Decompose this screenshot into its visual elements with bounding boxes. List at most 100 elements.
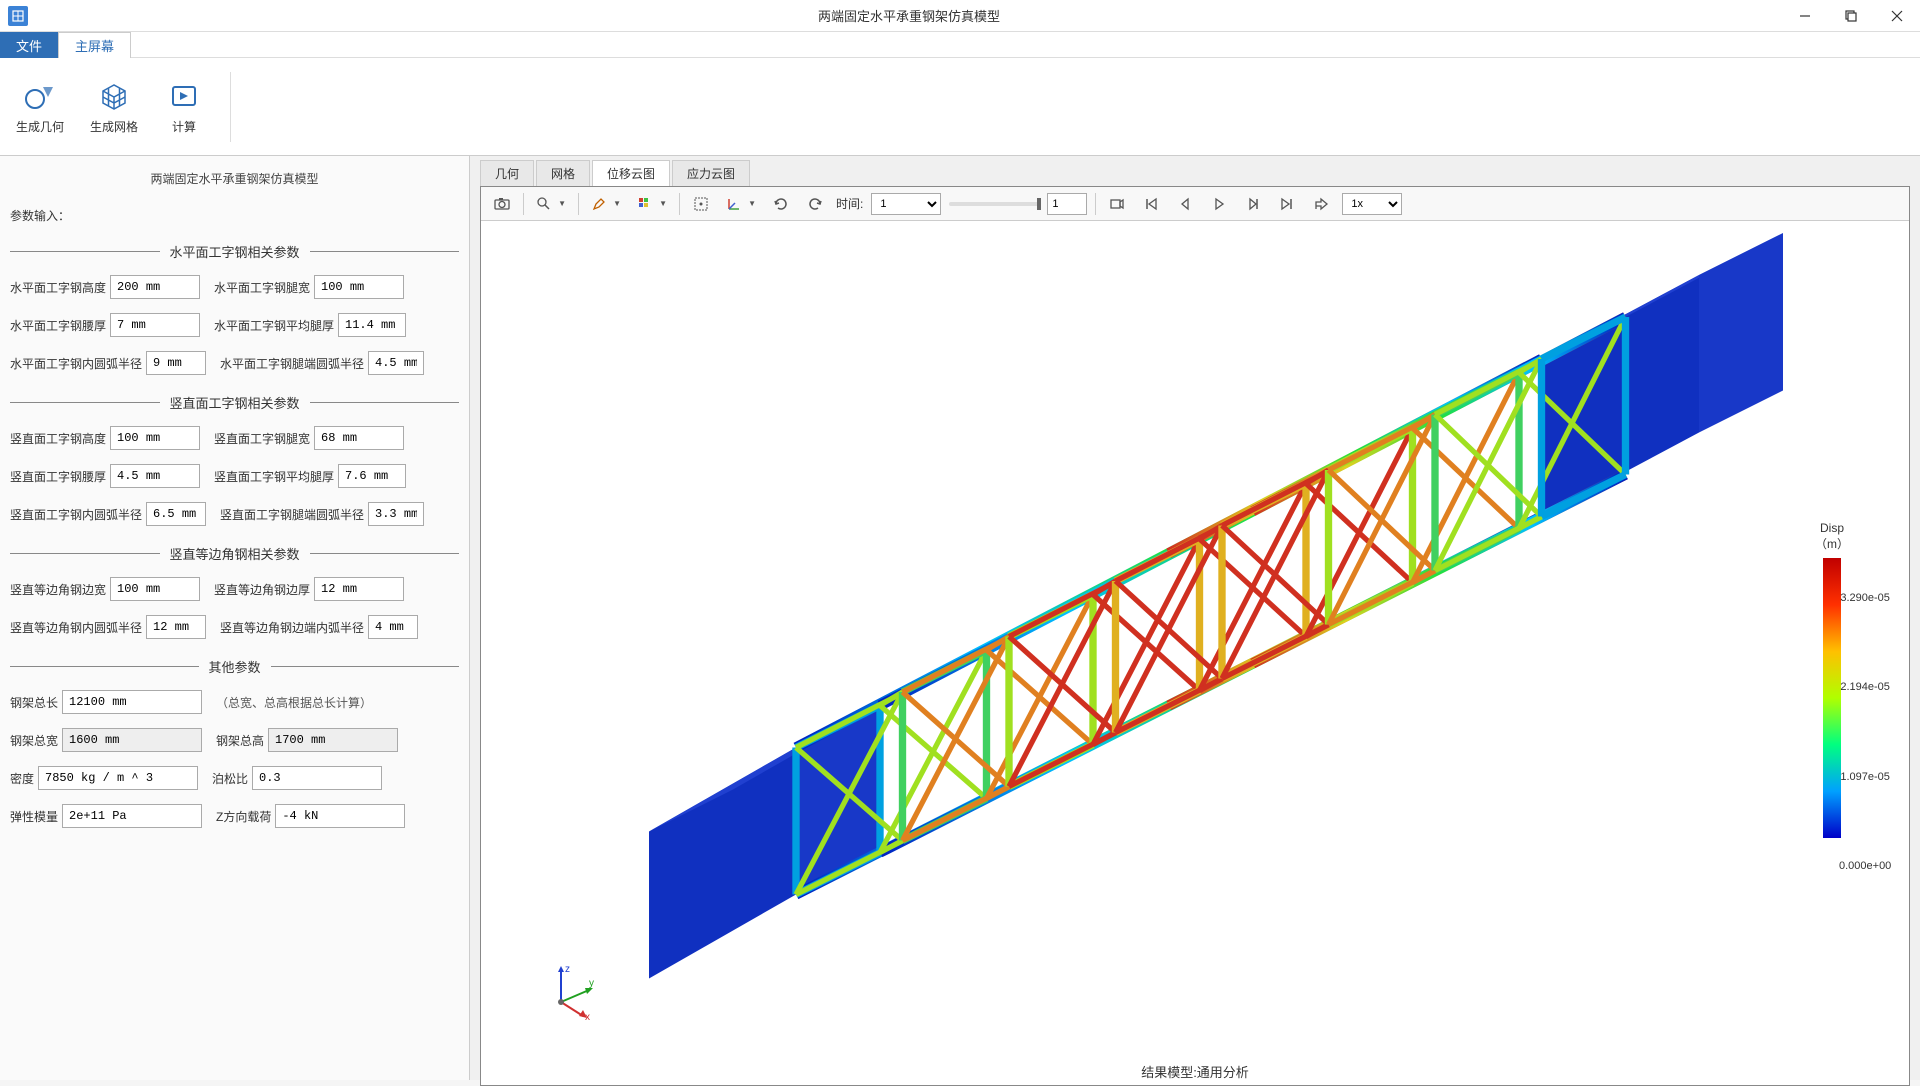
- field-label: 弹性模量: [10, 808, 58, 825]
- field-label: 水平面工字钢高度: [10, 279, 106, 296]
- play-icon[interactable]: [1206, 191, 1232, 217]
- input-label: 参数输入：: [10, 207, 459, 224]
- result-caption: 结果模型:通用分析: [1141, 1062, 1249, 1081]
- field-label: 竖直面工字钢腿宽: [214, 430, 310, 447]
- totlen-input[interactable]: [62, 690, 202, 714]
- h-height-input[interactable]: [110, 275, 200, 299]
- axis-triad: z y x: [541, 962, 601, 1025]
- density-input[interactable]: [38, 766, 198, 790]
- main-panel: 几何 网格 位移云图 应力云图 ▼ ▼ ▼ ▼ 时间: 1: [470, 156, 1920, 1080]
- field-label: 泊松比: [212, 770, 248, 787]
- v-webt-input[interactable]: [110, 464, 200, 488]
- section-header: 竖直面工字钢相关参数: [10, 393, 459, 412]
- field-label: 竖直面工字钢内圆弧半径: [10, 506, 142, 523]
- ribbon-generate-geometry[interactable]: 生成几何: [10, 74, 70, 139]
- zload-input[interactable]: [275, 804, 405, 828]
- rotate-cw-icon[interactable]: [802, 191, 828, 217]
- field-label: 竖直等边角钢边宽: [10, 581, 106, 598]
- a-innerr-input[interactable]: [146, 615, 206, 639]
- field-label: 水平面工字钢内圆弧半径: [10, 355, 142, 372]
- field-label: 竖直等边角钢边厚: [214, 581, 310, 598]
- section-header: 水平面工字钢相关参数: [10, 242, 459, 261]
- color-legend: Disp （m） 3.290e-05 2.194e-05 1.097e-05 0…: [1815, 521, 1849, 844]
- field-label: 水平面工字钢腰厚: [10, 317, 106, 334]
- mesh-icon: [94, 78, 134, 114]
- v-height-input[interactable]: [110, 426, 200, 450]
- colormap-dropdown[interactable]: ▼: [633, 191, 671, 217]
- window-title: 两端固定水平承重钢架仿真模型: [36, 6, 1782, 25]
- modulus-input[interactable]: [62, 804, 202, 828]
- result-tabs: 几何 网格 位移云图 应力云图: [470, 162, 1920, 186]
- ribbon-generate-mesh[interactable]: 生成网格: [84, 74, 144, 139]
- last-frame-icon[interactable]: [1274, 191, 1300, 217]
- export-icon[interactable]: [1308, 191, 1334, 217]
- zoom-dropdown[interactable]: ▼: [532, 191, 570, 217]
- section-header: 竖直等边角钢相关参数: [10, 544, 459, 563]
- calculate-icon: [164, 78, 204, 114]
- h-legendr-input[interactable]: [368, 351, 424, 375]
- v-innerr-input[interactable]: [146, 502, 206, 526]
- field-label: 钢架总长: [10, 694, 58, 711]
- brush-dropdown[interactable]: ▼: [587, 191, 625, 217]
- h-legw-input[interactable]: [314, 275, 404, 299]
- next-frame-icon[interactable]: [1240, 191, 1266, 217]
- tab-stress[interactable]: 应力云图: [672, 160, 750, 186]
- a-endr-input[interactable]: [368, 615, 418, 639]
- toth-input: [268, 728, 398, 752]
- field-label: 竖直面工字钢高度: [10, 430, 106, 447]
- h-avglegt-input[interactable]: [338, 313, 406, 337]
- field-label: 竖直等边角钢内圆弧半径: [10, 619, 142, 636]
- time-label: 时间:: [836, 195, 863, 212]
- prev-frame-icon[interactable]: [1172, 191, 1198, 217]
- field-label: 竖直等边角钢边端内弧半径: [220, 619, 364, 636]
- legend-unit: （m）: [1815, 535, 1849, 552]
- ribbon-calculate[interactable]: 计算: [158, 74, 210, 139]
- section-header: 其他参数: [10, 657, 459, 676]
- view-toolbar: ▼ ▼ ▼ ▼ 时间: 1 1x: [481, 187, 1909, 221]
- tab-geometry[interactable]: 几何: [480, 160, 534, 186]
- v-legendr-input[interactable]: [368, 502, 424, 526]
- v-avglegt-input[interactable]: [338, 464, 406, 488]
- a-sidew-input[interactable]: [110, 577, 200, 601]
- svg-text:y: y: [589, 978, 594, 989]
- field-label: 水平面工字钢腿端圆弧半径: [220, 355, 364, 372]
- ribbon: 生成几何 生成网格 计算: [0, 58, 1920, 156]
- totlen-note: （总宽、总高根据总长计算）: [216, 694, 372, 711]
- ribbon-label: 计算: [172, 118, 196, 135]
- field-label: 钢架总宽: [10, 732, 58, 749]
- first-frame-icon[interactable]: [1138, 191, 1164, 217]
- titlebar: 两端固定水平承重钢架仿真模型: [0, 0, 1920, 32]
- field-label: 钢架总高: [216, 732, 264, 749]
- record-icon[interactable]: [1104, 191, 1130, 217]
- sidebar-title: 两端固定水平承重钢架仿真模型: [10, 170, 459, 187]
- axis-dropdown[interactable]: ▼: [722, 191, 760, 217]
- ribbon-label: 生成几何: [16, 118, 64, 135]
- app-logo: [8, 6, 28, 26]
- close-button[interactable]: [1874, 0, 1920, 32]
- poisson-input[interactable]: [252, 766, 382, 790]
- speed-select[interactable]: 1x: [1342, 193, 1402, 215]
- menu-file[interactable]: 文件: [0, 32, 58, 58]
- frame-input[interactable]: [1047, 193, 1087, 215]
- separator: [230, 72, 231, 142]
- tab-mesh[interactable]: 网格: [536, 160, 590, 186]
- fit-icon[interactable]: [688, 191, 714, 217]
- field-label: 竖直面工字钢腿端圆弧半径: [220, 506, 364, 523]
- minimize-button[interactable]: [1782, 0, 1828, 32]
- h-webt-input[interactable]: [110, 313, 200, 337]
- truss-render: [481, 221, 1909, 1085]
- time-select[interactable]: 1: [871, 193, 941, 215]
- field-label: 密度: [10, 770, 34, 787]
- legend-tick: 1.097e-05: [1839, 771, 1891, 783]
- h-innerr-input[interactable]: [146, 351, 206, 375]
- camera-icon[interactable]: [489, 191, 515, 217]
- v-legw-input[interactable]: [314, 426, 404, 450]
- field-label: 水平面工字钢腿宽: [214, 279, 310, 296]
- tab-displacement[interactable]: 位移云图: [592, 160, 670, 186]
- time-slider[interactable]: [949, 202, 1039, 206]
- rotate-ccw-icon[interactable]: [768, 191, 794, 217]
- render-canvas[interactable]: z y x Disp （m） 3.290e-05 2.194e-05: [481, 221, 1909, 1085]
- maximize-button[interactable]: [1828, 0, 1874, 32]
- menu-main[interactable]: 主屏幕: [58, 32, 131, 58]
- a-sidet-input[interactable]: [314, 577, 404, 601]
